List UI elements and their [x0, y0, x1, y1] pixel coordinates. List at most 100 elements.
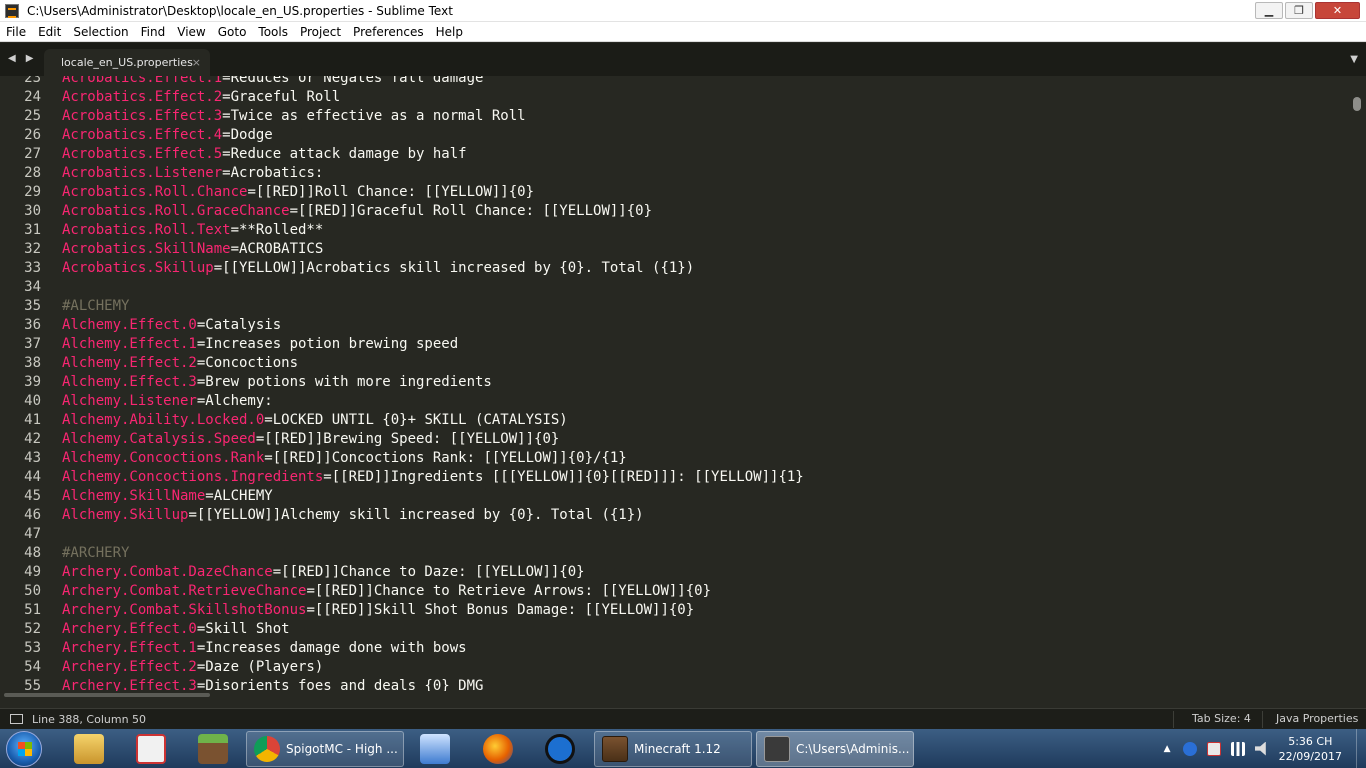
line-text: Archery.Effect.1=Increases damage done w…: [62, 639, 467, 658]
property-value: =[[YELLOW]]Alchemy skill increased by {0…: [188, 507, 644, 523]
property-value: =Skill Shot: [196, 621, 290, 637]
property-key: Alchemy.Listener: [62, 393, 197, 409]
code-line[interactable]: 36 Alchemy.Effect.0=Catalysis: [0, 316, 1350, 335]
code-line[interactable]: 25 Acrobatics.Effect.3=Twice as effective…: [0, 107, 1350, 126]
tab-next-icon[interactable]: ▶: [26, 53, 34, 64]
menu-find[interactable]: Find: [135, 25, 172, 39]
ccleaner-icon[interactable]: [545, 734, 575, 764]
menu-help[interactable]: Help: [430, 25, 469, 39]
line-text: Archery.Combat.DazeChance=[[RED]]Chance …: [62, 563, 585, 582]
code-line[interactable]: 48 #ARCHERY: [0, 544, 1350, 563]
code-line[interactable]: 34: [0, 278, 1350, 297]
code-line[interactable]: 43 Alchemy.Concoctions.Rank=[[RED]]Concoc…: [0, 449, 1350, 468]
taskbar-minecraft-label: Minecraft 1.12: [634, 742, 721, 756]
code-line[interactable]: 47: [0, 525, 1350, 544]
code-line[interactable]: 29 Acrobatics.Roll.Chance=[[RED]]Roll Cha…: [0, 183, 1350, 202]
property-value: =ALCHEMY: [205, 488, 273, 504]
property-value: =Reduces or Negates fall damage: [222, 76, 484, 86]
menu-tools[interactable]: Tools: [252, 25, 294, 39]
menu-edit[interactable]: Edit: [32, 25, 67, 39]
line-number: 50: [24, 583, 41, 599]
taskbar-minecraft[interactable]: Minecraft 1.12: [594, 731, 752, 767]
code-line[interactable]: 28 Acrobatics.Listener=Acrobatics:: [0, 164, 1350, 183]
menu-file[interactable]: File: [0, 25, 32, 39]
code-line[interactable]: 31 Acrobatics.Roll.Text=**Rolled**: [0, 221, 1350, 240]
property-value: =Concoctions: [196, 355, 299, 371]
tab-prev-icon[interactable]: ◀: [8, 53, 16, 64]
horizontal-scroll-thumb[interactable]: [4, 693, 210, 697]
tray-expand-icon[interactable]: ▲: [1164, 744, 1171, 754]
menu-preferences[interactable]: Preferences: [347, 25, 430, 39]
code-line[interactable]: 32 Acrobatics.SkillName=ACROBATICS: [0, 240, 1350, 259]
line-text: Alchemy.Skillup=[[YELLOW]]Alchemy skill …: [62, 506, 644, 525]
property-key: Alchemy.Concoctions.Ingredients: [62, 469, 324, 485]
line-text: Acrobatics.Roll.Chance=[[RED]]Roll Chanc…: [62, 183, 534, 202]
tab-dropdown-icon[interactable]: ▼: [1350, 54, 1358, 65]
clock[interactable]: 5:36 CH 22/09/2017: [1279, 734, 1342, 764]
code-line[interactable]: 54 Archery.Effect.2=Daze (Players): [0, 658, 1350, 677]
code-line[interactable]: 45 Alchemy.SkillName=ALCHEMY: [0, 487, 1350, 506]
code-line[interactable]: 40 Alchemy.Listener=Alchemy:: [0, 392, 1350, 411]
tab-size[interactable]: Tab Size: 4: [1192, 712, 1251, 725]
code-line[interactable]: 23 Acrobatics.Effect.1=Reduces or Negates…: [0, 76, 1350, 88]
line-number: 42: [24, 431, 41, 447]
line-text: Alchemy.Concoctions.Rank=[[RED]]Concocti…: [62, 449, 627, 468]
line-text: Archery.Combat.SkillshotBonus=[[RED]]Ski…: [62, 601, 694, 620]
code-editor[interactable]: 23 Acrobatics.Effect.1=Reduces or Negates…: [0, 76, 1366, 693]
minimize-button[interactable]: ▁: [1255, 2, 1283, 19]
menu-goto[interactable]: Goto: [212, 25, 253, 39]
menu-selection[interactable]: Selection: [67, 25, 134, 39]
code-line[interactable]: 46 Alchemy.Skillup=[[YELLOW]]Alchemy skil…: [0, 506, 1350, 525]
title-bar: C:\Users\Administrator\Desktop\locale_en…: [0, 0, 1366, 22]
panel-toggle-icon[interactable]: [10, 714, 23, 724]
file-explorer-icon[interactable]: [74, 734, 104, 764]
start-button[interactable]: [6, 731, 42, 767]
code-line[interactable]: 26 Acrobatics.Effect.4=Dodge: [0, 126, 1350, 145]
unikey-icon[interactable]: [136, 734, 166, 764]
code-line[interactable]: 53 Archery.Effect.1=Increases damage done…: [0, 639, 1350, 658]
tray-app-icon[interactable]: [1182, 741, 1197, 756]
close-button[interactable]: ✕: [1315, 2, 1360, 19]
network-signal-icon[interactable]: [1230, 741, 1245, 756]
code-line[interactable]: 50 Archery.Combat.RetrieveChance=[[RED]]C…: [0, 582, 1350, 601]
network-computer-icon[interactable]: [420, 734, 450, 764]
minecraft-launcher-icon: [602, 736, 628, 762]
menu-view[interactable]: View: [171, 25, 211, 39]
taskbar-chrome[interactable]: SpigotMC - High ...: [246, 731, 404, 767]
tab-locale-en-us[interactable]: locale_en_US.properties ×: [44, 49, 210, 76]
property-key: Acrobatics.Roll.GraceChance: [62, 203, 290, 219]
code-line[interactable]: 51 Archery.Combat.SkillshotBonus=[[RED]]S…: [0, 601, 1350, 620]
property-value: =[[YELLOW]]Acrobatics skill increased by…: [213, 260, 695, 276]
tray-unikey-icon[interactable]: [1206, 741, 1221, 756]
code-line[interactable]: 27 Acrobatics.Effect.5=Reduce attack dama…: [0, 145, 1350, 164]
syntax-selector[interactable]: Java Properties: [1276, 712, 1358, 725]
line-text: Acrobatics.Roll.GraceChance=[[RED]]Grace…: [62, 202, 652, 221]
property-key: Acrobatics.Effect.2: [62, 89, 223, 105]
window-title: C:\Users\Administrator\Desktop\locale_en…: [27, 3, 453, 18]
minecraft-grass-icon[interactable]: [198, 734, 228, 764]
code-line[interactable]: 49 Archery.Combat.DazeChance=[[RED]]Chanc…: [0, 563, 1350, 582]
comment-text: #ALCHEMY: [62, 298, 130, 314]
code-line[interactable]: 35 #ALCHEMY: [0, 297, 1350, 316]
code-line[interactable]: 37 Alchemy.Effect.1=Increases potion brew…: [0, 335, 1350, 354]
code-line[interactable]: 42 Alchemy.Catalysis.Speed=[[RED]]Brewing…: [0, 430, 1350, 449]
taskbar-chrome-label: SpigotMC - High ...: [286, 742, 398, 756]
volume-icon[interactable]: [1254, 741, 1266, 756]
status-divider: [1173, 711, 1174, 728]
code-line[interactable]: 33 Acrobatics.Skillup=[[YELLOW]]Acrobatic…: [0, 259, 1350, 278]
vertical-scroll-thumb[interactable]: [1353, 97, 1361, 111]
code-line[interactable]: 52 Archery.Effect.0=Skill Shot: [0, 620, 1350, 639]
code-line[interactable]: 44 Alchemy.Concoctions.Ingredients=[[RED]…: [0, 468, 1350, 487]
code-line[interactable]: 24 Acrobatics.Effect.2=Graceful Roll: [0, 88, 1350, 107]
windows-taskbar: SpigotMC - High ... Minecraft 1.12 C:\Us…: [0, 729, 1366, 768]
code-line[interactable]: 38 Alchemy.Effect.2=Concoctions: [0, 354, 1350, 373]
code-line[interactable]: 41 Alchemy.Ability.Locked.0=LOCKED UNTIL …: [0, 411, 1350, 430]
menu-project[interactable]: Project: [294, 25, 347, 39]
code-line[interactable]: 30 Acrobatics.Roll.GraceChance=[[RED]]Gra…: [0, 202, 1350, 221]
code-line[interactable]: 39 Alchemy.Effect.3=Brew potions with mor…: [0, 373, 1350, 392]
firefox-icon[interactable]: [483, 734, 513, 764]
show-desktop-button[interactable]: [1356, 729, 1366, 768]
tab-close-icon[interactable]: ×: [192, 56, 201, 69]
restore-button[interactable]: ❐: [1285, 2, 1313, 19]
taskbar-sublime[interactable]: C:\Users\Adminis...: [756, 731, 914, 767]
